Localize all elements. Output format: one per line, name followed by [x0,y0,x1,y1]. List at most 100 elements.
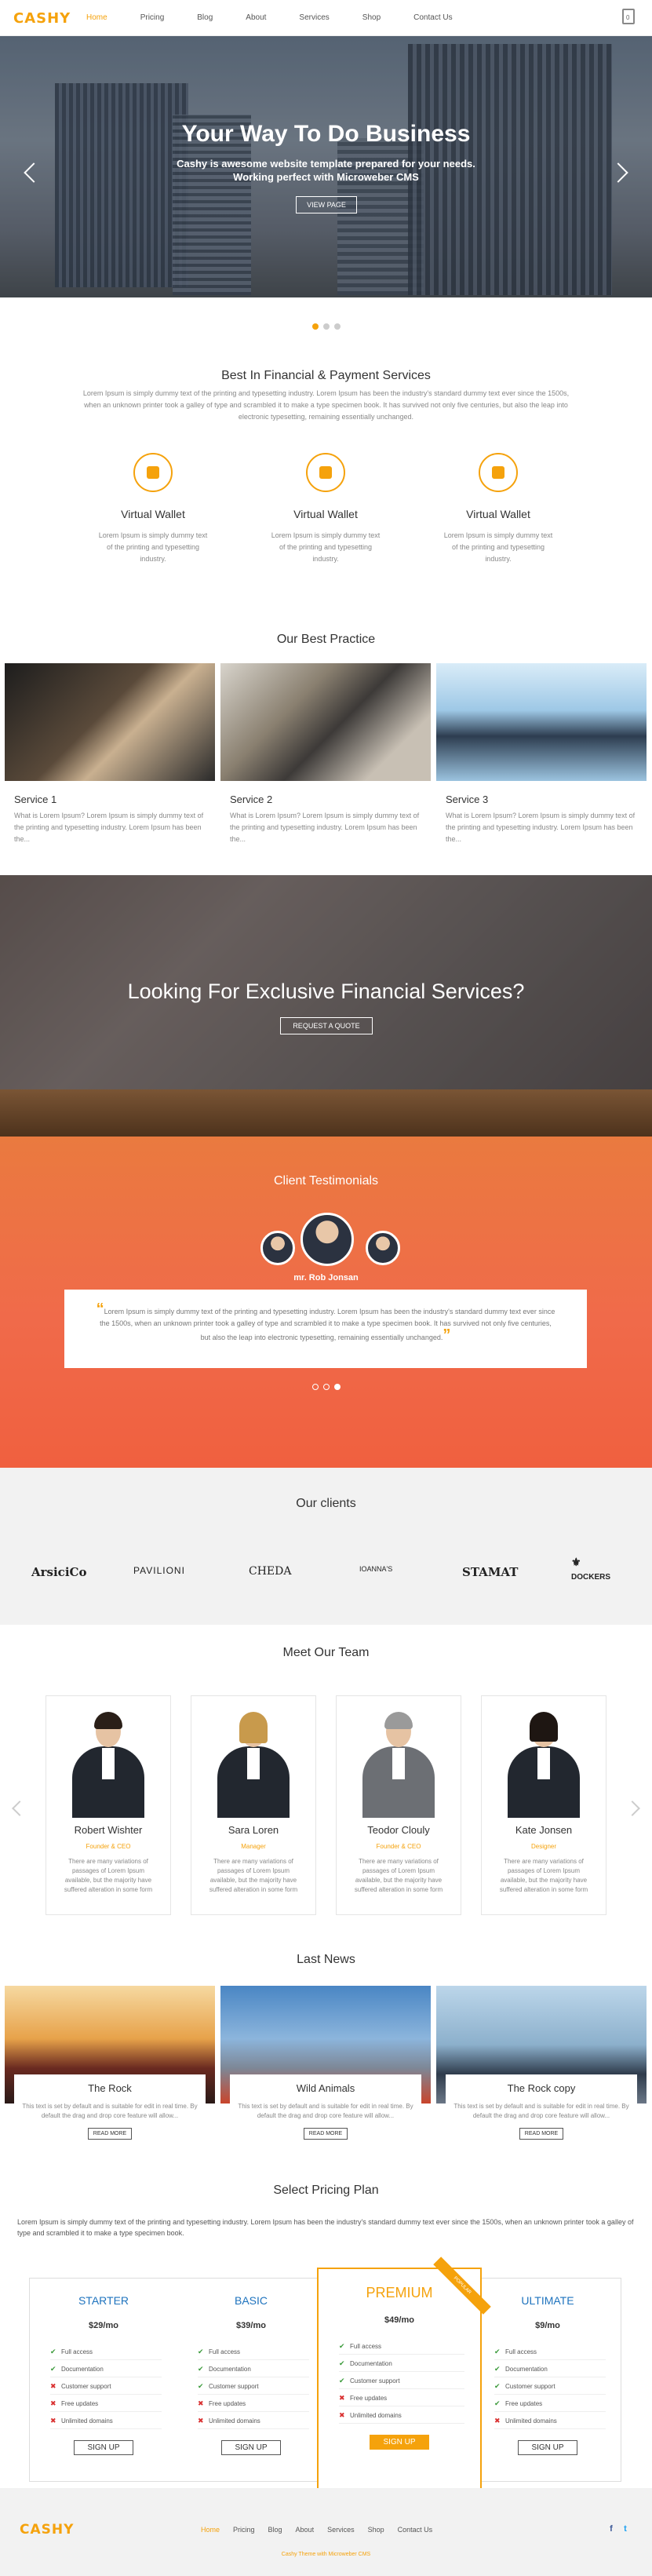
read-more-button[interactable]: READ MORE [87,2128,133,2140]
service-card[interactable]: Service 2 What is Lorem Ipsum? Lorem Ips… [220,663,431,845]
client-logo[interactable]: STAMAT [462,1565,518,1579]
team-next-icon[interactable] [625,1801,640,1816]
service-card[interactable]: Service 3 What is Lorem Ipsum? Lorem Ips… [436,663,647,845]
site-header: CASHY Home Pricing Blog About Services S… [0,0,652,36]
plan-feature: ✔ Customer support [494,2377,606,2395]
feature-card: Virtual Wallet Lorem Ipsum is simply dum… [75,453,231,565]
news-title[interactable]: Wild Animals [230,2082,421,2094]
client-avatar[interactable] [260,1231,295,1265]
footer-nav-services[interactable]: Services [327,2526,355,2534]
news-card-body: Wild Animals This text is set by default… [230,2074,421,2167]
member-bio: There are many variations of passages of… [64,1858,153,1893]
slider-dots [0,323,652,330]
client-avatar-active[interactable] [301,1213,354,1266]
slider-dot[interactable] [311,323,319,330]
footer-nav-contact[interactable]: Contact Us [398,2526,433,2534]
footer-nav-shop[interactable]: Shop [368,2526,384,2534]
client-avatar[interactable] [366,1231,400,1265]
sign-up-button[interactable]: SIGN UP [221,2440,281,2455]
banner-table-image [0,1089,652,1137]
plan-features: ✔ Full access ✔ Documentation ✔ Customer su… [177,2343,325,2429]
money-icon [479,453,518,492]
plan-feature: ✔ Customer support [339,2372,464,2389]
testimonial-dots [0,1384,652,1390]
sign-up-button[interactable]: SIGN UP [74,2440,133,2455]
check-icon: ✔ [50,2365,56,2373]
cart-icon[interactable]: 0 [622,9,635,24]
plan-feature: ✖ Free updates [339,2389,464,2406]
nav-services[interactable]: Services [299,13,329,22]
plan-feature: ✔ Documentation [494,2360,606,2377]
client-logo[interactable]: PAVILIONI [133,1565,185,1576]
testimonial-dot[interactable] [333,1384,341,1390]
nav-blog[interactable]: Blog [197,13,213,22]
request-quote-button[interactable]: REQUEST A QUOTE [280,1017,373,1034]
read-more-button[interactable]: READ MORE [303,2128,348,2140]
sign-up-button[interactable]: SIGN UP [518,2440,577,2455]
nav-pricing[interactable]: Pricing [140,13,165,22]
plan-features: ✔ Full access ✔ Documentation ✔ Customer su… [319,2337,480,2424]
testimonial-dot[interactable] [322,1384,330,1390]
nav-home[interactable]: Home [86,13,107,22]
member-role: Manager [241,1843,266,1850]
twitter-icon[interactable]: t [621,2524,630,2534]
service-title[interactable]: Service 1 [5,794,215,805]
team-prev-icon[interactable] [12,1801,27,1816]
sign-up-button[interactable]: SIGN UP [370,2435,429,2450]
footer-nav-home[interactable]: Home [201,2526,220,2534]
footer-nav-pricing[interactable]: Pricing [233,2526,255,2534]
plan-feature: ✔ Full access [50,2343,162,2360]
client-logo[interactable]: DOCKERS [571,1573,610,1582]
service-title[interactable]: Service 3 [436,794,647,805]
service-title[interactable]: Service 2 [220,794,431,805]
hero-slider: Your Way To Do Business Cashy is awesome… [0,36,652,297]
footer-nav: Home Pricing Blog About Services Shop Co… [201,2526,446,2534]
clients-section: Our clients ArsiciCo PAVILIONI CHEDA IOA… [0,1468,652,1625]
news-text: This text is set by default and is suita… [22,2103,198,2119]
member-bio: There are many variations of passages of… [354,1858,443,1893]
testimonials-title: Client Testimonials [273,1174,379,1188]
footer-nav-about[interactable]: About [296,2526,315,2534]
team-card: Teodor Clouly Founder & CEO There are ma… [336,1695,461,1915]
news-title[interactable]: The Rock [14,2082,206,2094]
quote-open-icon: “ [96,1301,104,1318]
news-card: The Rock This text is set by default and… [5,1986,215,2167]
client-logo[interactable]: IOANNA'S [359,1565,392,1573]
intro-title: Best In Financial & Payment Services [221,369,431,382]
member-name: Kate Jonsen [515,1824,573,1836]
cross-icon: ✖ [50,2417,56,2425]
nav-shop[interactable]: Shop [362,13,381,22]
footer-credit[interactable]: Cashy Theme with Microweber CMS [0,2552,652,2557]
footer-nav-blog[interactable]: Blog [268,2526,282,2534]
news-text: This text is set by default and is suita… [238,2103,413,2119]
intro-text: Lorem Ipsum is simply dummy text of the … [82,389,570,421]
service-card[interactable]: Service 1 What is Lorem Ipsum? Lorem Ips… [5,663,215,845]
site-logo[interactable]: CASHY [13,10,71,27]
client-logo[interactable]: CHEDA [249,1565,291,1578]
pricing-title: Select Pricing Plan [273,2184,379,2197]
slider-dot[interactable] [322,323,330,330]
plan-feature: ✔ Documentation [50,2360,162,2377]
client-logo[interactable]: ArsiciCo [31,1565,86,1579]
read-more-button[interactable]: READ MORE [519,2128,564,2140]
testimonial-dot[interactable] [311,1384,319,1390]
footer-logo[interactable]: CASHY [20,2522,74,2538]
plan-name: STARTER [78,2294,129,2307]
member-name: Teodor Clouly [367,1824,430,1836]
nav-about[interactable]: About [246,13,266,22]
cross-icon: ✖ [198,2399,204,2407]
site-footer: CASHY Home Pricing Blog About Services S… [0,2488,652,2576]
cross-icon: ✖ [494,2417,501,2425]
dockers-logo-icon[interactable]: ⚜ [571,1556,581,1569]
news-title[interactable]: The Rock copy [446,2082,637,2094]
quote-title: Looking For Exclusive Financial Services… [127,980,525,1003]
check-icon: ✔ [339,2377,345,2384]
testimonial-card: “Lorem Ipsum is simply dummy text of the… [64,1290,587,1368]
service-image [436,663,647,781]
nav-contact[interactable]: Contact Us [413,13,452,22]
facebook-icon[interactable]: f [606,2524,616,2534]
news-card: Wild Animals This text is set by default… [220,1986,431,2167]
plan-features: ✔ Full access ✔ Documentation ✖ Customer su… [30,2343,177,2429]
slider-dot[interactable] [333,323,341,330]
view-page-button[interactable]: VIEW PAGE [296,196,357,213]
